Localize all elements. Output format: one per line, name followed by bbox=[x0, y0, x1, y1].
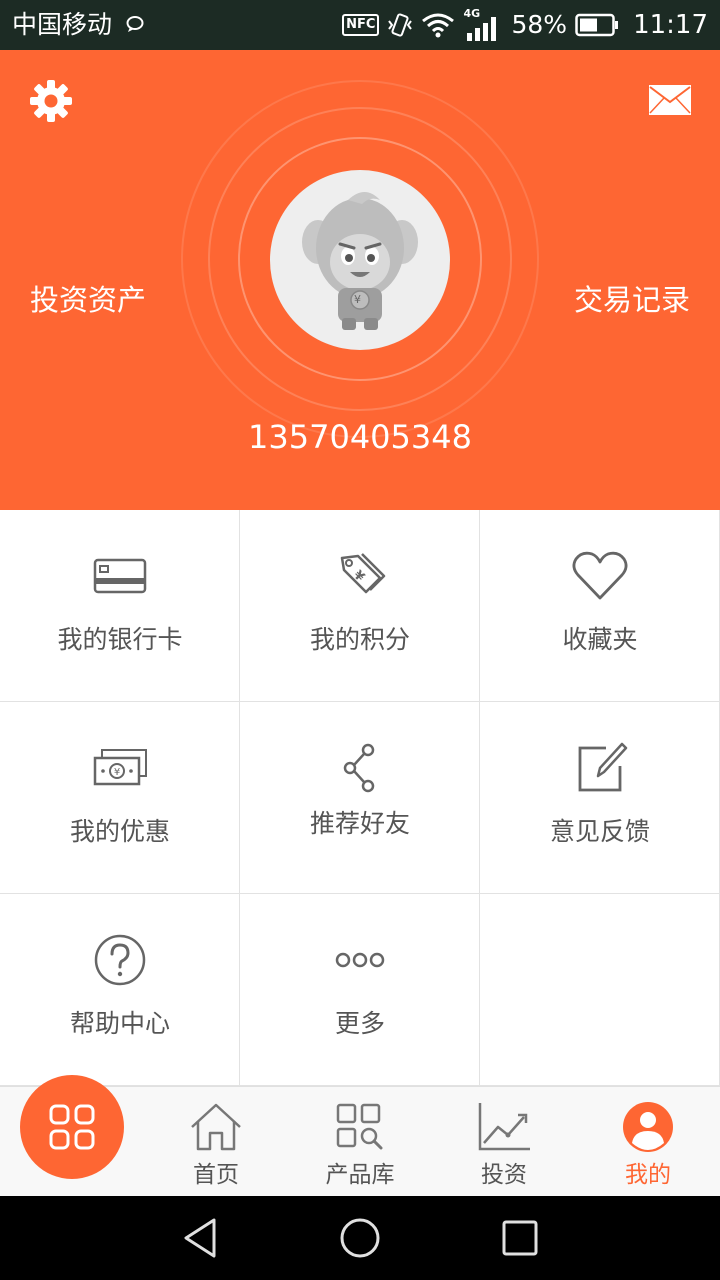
heart-icon bbox=[572, 551, 628, 600]
tab-product-library[interactable]: 产品库 bbox=[288, 1087, 432, 1197]
coupon-cash-icon: ¥ bbox=[93, 749, 147, 786]
clock: 11:17 bbox=[633, 10, 708, 40]
grid-item-more[interactable]: 更多 bbox=[240, 894, 480, 1086]
battery-icon bbox=[575, 13, 619, 37]
share-icon bbox=[343, 743, 375, 793]
tab-invest[interactable]: 投资 bbox=[432, 1087, 576, 1197]
grid-item-help-center[interactable]: 帮助中心 bbox=[0, 894, 240, 1086]
grid-item-feedback[interactable]: 意见反馈 bbox=[480, 702, 720, 894]
grid-item-bank-card[interactable]: 我的银行卡 bbox=[0, 510, 240, 702]
tab-label: 首页 bbox=[193, 1162, 239, 1188]
grid-item-label: 我的优惠 bbox=[69, 817, 170, 846]
mail-icon[interactable] bbox=[648, 84, 692, 116]
cellular-signal-icon: 4G bbox=[463, 7, 503, 41]
apps-menu-button[interactable] bbox=[20, 1075, 124, 1179]
grid-item-label: 我的银行卡 bbox=[57, 625, 183, 654]
grid-item-label: 收藏夹 bbox=[562, 625, 638, 654]
grid-item-favorites[interactable]: 收藏夹 bbox=[480, 510, 720, 702]
tab-label: 投资 bbox=[481, 1162, 527, 1188]
bank-card-icon bbox=[93, 558, 147, 594]
grid-item-label: 推荐好友 bbox=[309, 809, 410, 838]
wifi-icon bbox=[422, 13, 455, 38]
user-phone-number: 13570405348 bbox=[248, 418, 472, 456]
points-tag-icon: ¥ bbox=[340, 553, 386, 594]
chart-icon bbox=[478, 1103, 530, 1151]
transaction-records-link[interactable]: 交易记录 bbox=[574, 280, 690, 320]
edit-icon bbox=[578, 742, 628, 792]
grid-item-label: 更多 bbox=[334, 1009, 385, 1038]
grid-empty-cell bbox=[480, 894, 720, 1086]
grid-item-label: 意见反馈 bbox=[549, 817, 650, 846]
mascot-avatar-icon bbox=[302, 192, 418, 330]
grid-item-points[interactable]: ¥ 我的积分 bbox=[240, 510, 480, 702]
gear-icon[interactable] bbox=[28, 78, 74, 124]
grid-item-label: 我的积分 bbox=[309, 625, 410, 654]
user-icon bbox=[623, 1102, 673, 1152]
help-icon bbox=[94, 934, 146, 986]
tab-home[interactable]: 首页 bbox=[144, 1087, 288, 1197]
function-grid: 我的银行卡 ¥ 我的积分 收藏夹 ¥ 我的优惠 推荐好友 意见反馈 帮助中心 更… bbox=[0, 510, 720, 1086]
grid-menu-icon bbox=[49, 1104, 95, 1150]
home-circle-icon[interactable] bbox=[338, 1216, 382, 1260]
more-icon bbox=[335, 952, 385, 968]
back-icon[interactable] bbox=[178, 1216, 222, 1260]
tab-mine[interactable]: 我的 bbox=[576, 1087, 720, 1197]
avatar-yuan-symbol: ¥ bbox=[354, 293, 361, 306]
recent-apps-icon[interactable] bbox=[498, 1216, 542, 1260]
tab-label: 产品库 bbox=[325, 1162, 395, 1188]
bottom-nav: 首页 产品库 投资 我的 bbox=[0, 1075, 720, 1197]
product-search-icon bbox=[336, 1103, 383, 1150]
svg-text:¥: ¥ bbox=[114, 767, 120, 778]
avatar[interactable]: ¥ bbox=[270, 170, 450, 350]
status-bar: 中国移动 NFC 4G 58% 11:17 bbox=[0, 0, 720, 50]
battery-level: 58% bbox=[511, 10, 568, 39]
grid-item-refer-friends[interactable]: 推荐好友 bbox=[240, 702, 480, 894]
grid-item-label: 帮助中心 bbox=[69, 1009, 170, 1038]
message-notification-icon bbox=[126, 16, 144, 32]
vibrate-icon bbox=[388, 13, 413, 37]
carrier-name: 中国移动 bbox=[12, 10, 113, 39]
system-nav-bar bbox=[0, 1196, 720, 1280]
svg-text:¥: ¥ bbox=[350, 568, 367, 585]
nfc-icon: NFC bbox=[342, 14, 380, 36]
grid-item-coupons[interactable]: ¥ 我的优惠 bbox=[0, 702, 240, 894]
profile-header: ¥ 投资资产 交易记录 13570405348 bbox=[0, 50, 720, 510]
investment-assets-link[interactable]: 投资资产 bbox=[30, 280, 146, 320]
home-icon bbox=[191, 1103, 241, 1151]
tab-label: 我的 bbox=[625, 1162, 671, 1188]
